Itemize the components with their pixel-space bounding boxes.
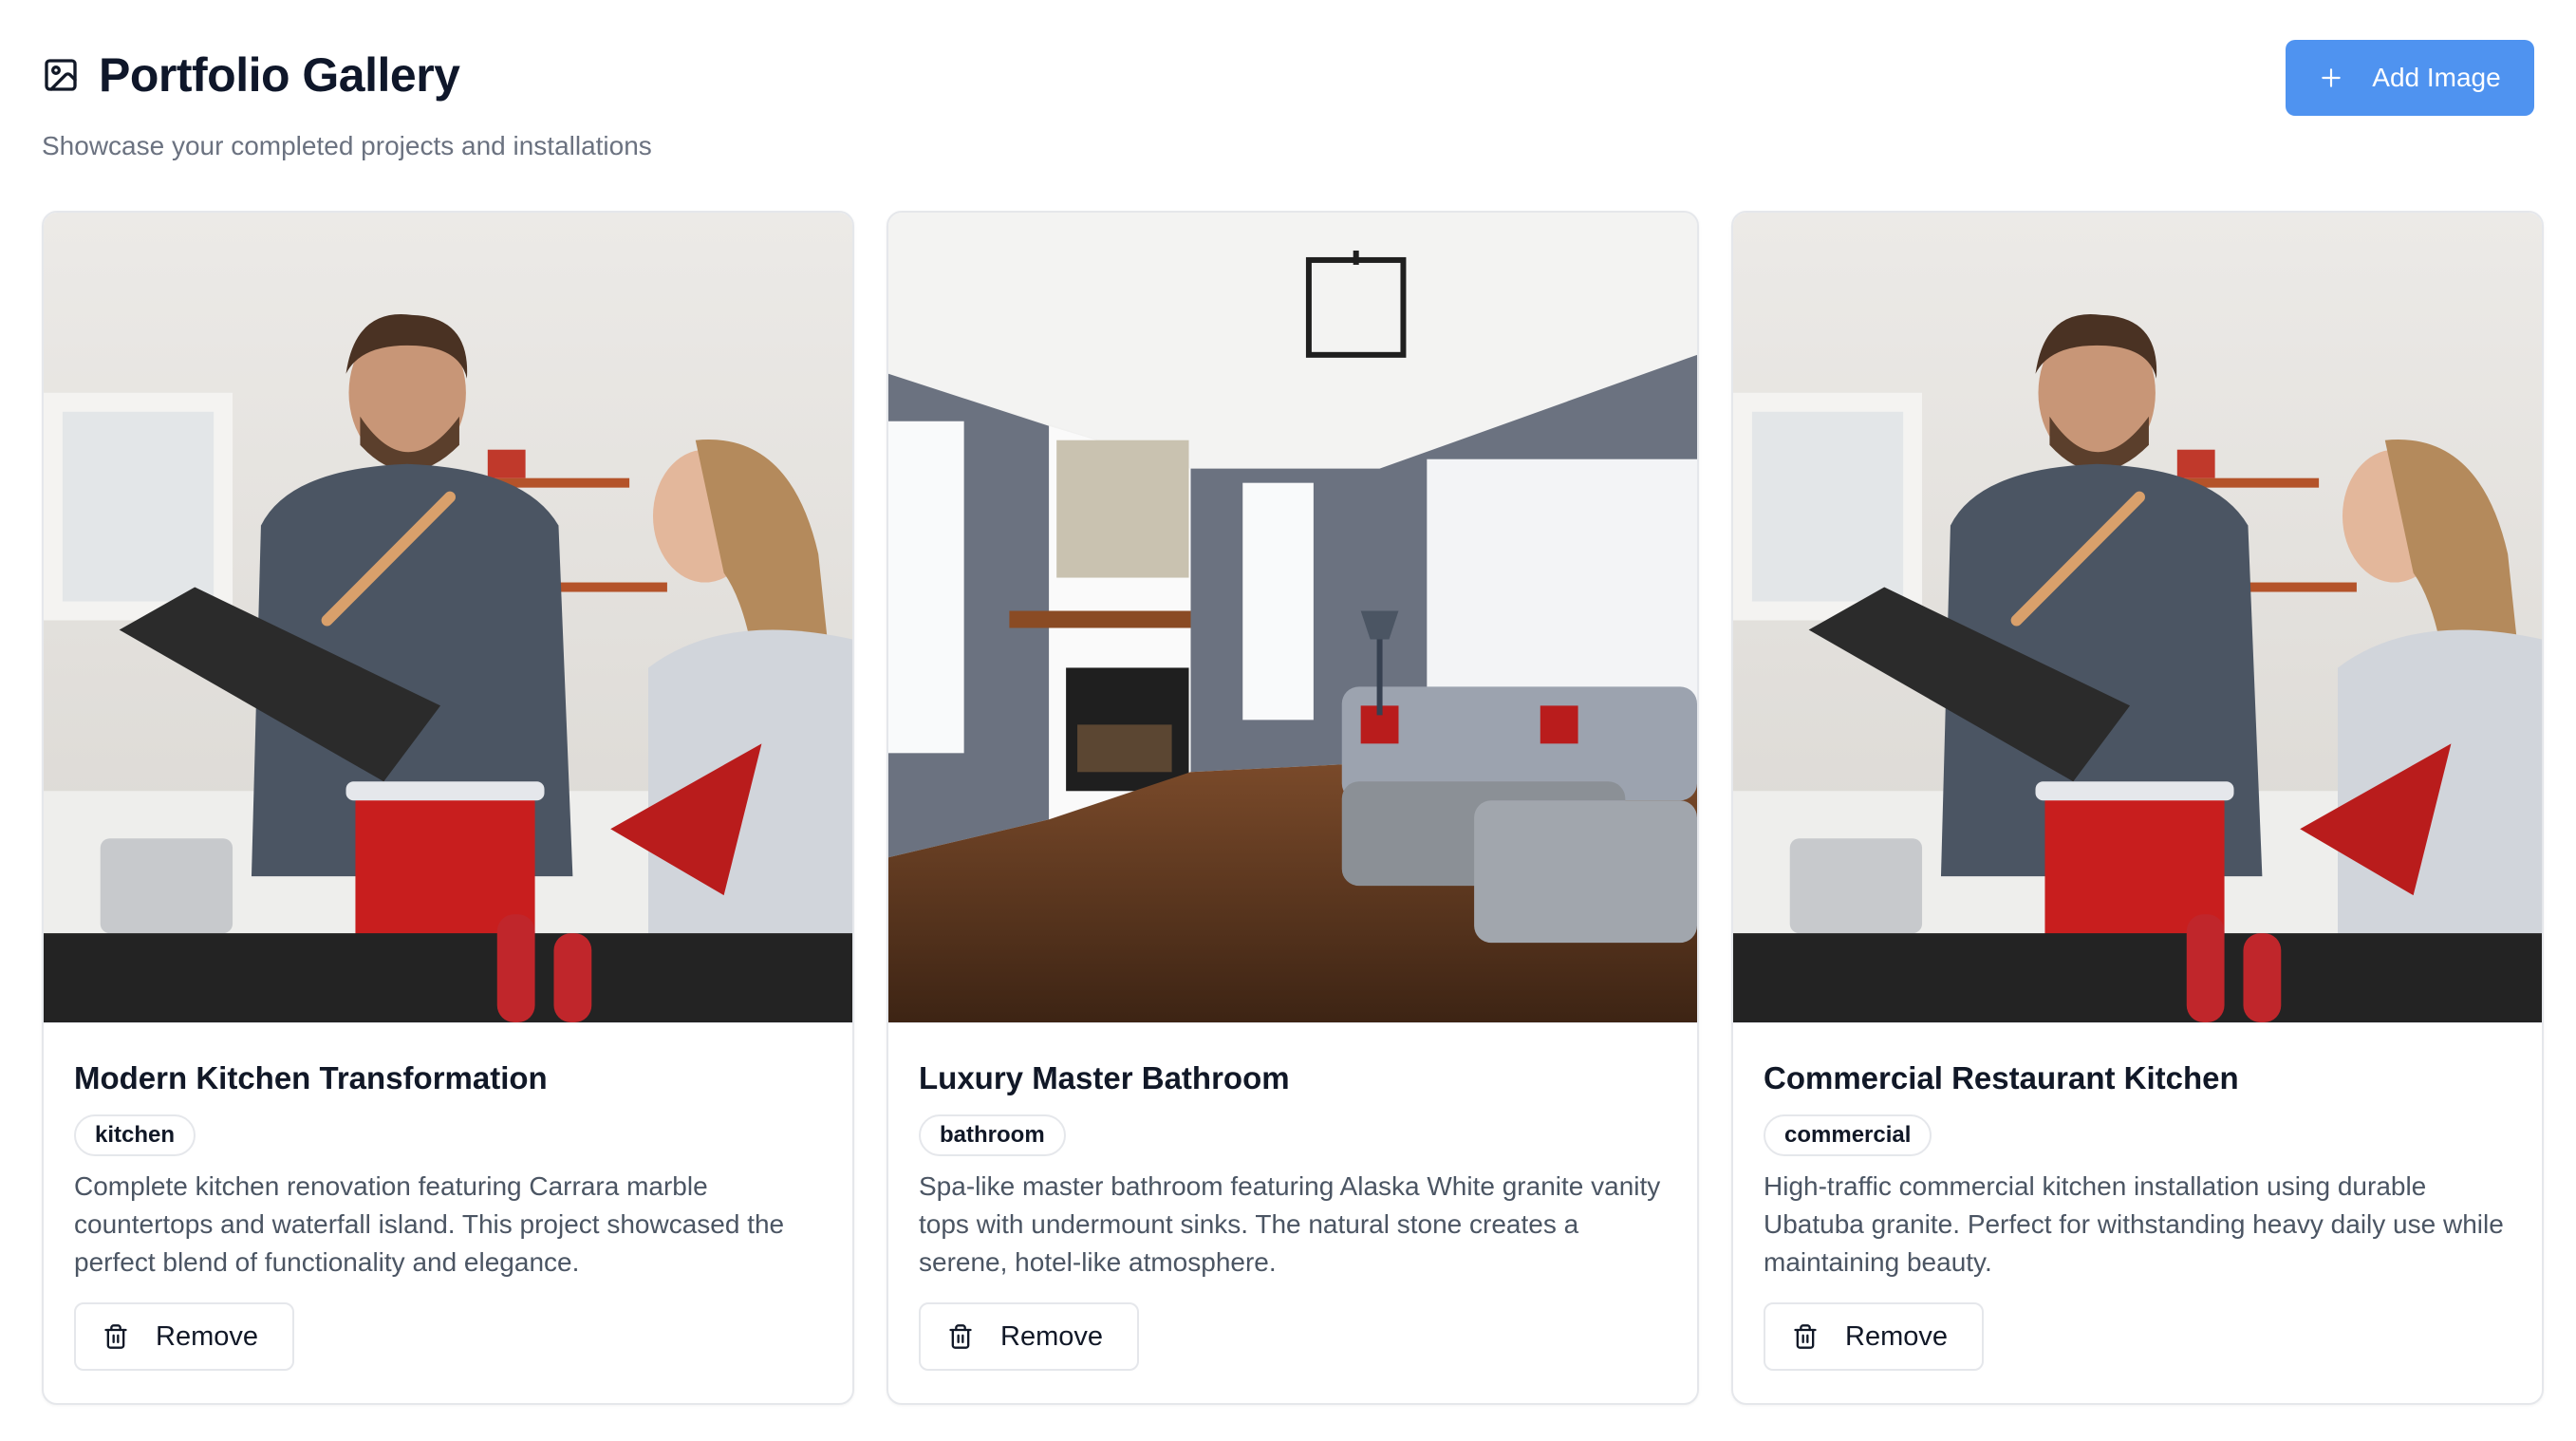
add-image-label: Add Image <box>2372 63 2501 92</box>
page-subtitle: Showcase your completed projects and ins… <box>42 131 652 160</box>
category-tag: commercial <box>1764 1114 1932 1156</box>
remove-button[interactable]: Remove <box>74 1302 294 1371</box>
card-body: Modern Kitchen Transformation kitchen Co… <box>44 1057 852 1282</box>
category-tag: bathroom <box>919 1114 1066 1156</box>
project-photo <box>888 213 1697 1023</box>
image-icon <box>42 56 80 94</box>
title-row: Portfolio Gallery <box>42 47 460 103</box>
gallery-card: Luxury Master Bathroom bathroom Spa-like… <box>887 211 1699 1405</box>
remove-button[interactable]: Remove <box>1764 1302 1984 1371</box>
gallery-card: Commercial Restaurant Kitchen commercial… <box>1731 211 2544 1405</box>
page-header: Portfolio Gallery Showcase your complete… <box>42 0 2534 209</box>
card-body: Luxury Master Bathroom bathroom Spa-like… <box>888 1057 1697 1282</box>
remove-button[interactable]: Remove <box>919 1302 1139 1371</box>
trash-icon <box>947 1323 974 1350</box>
category-tag: kitchen <box>74 1114 196 1156</box>
gallery-grid: Modern Kitchen Transformation kitchen Co… <box>42 211 2544 1405</box>
remove-label: Remove <box>1000 1320 1103 1352</box>
remove-label: Remove <box>1845 1320 1948 1352</box>
trash-icon <box>1792 1323 1819 1350</box>
project-description: Complete kitchen renovation featuring Ca… <box>74 1171 785 1277</box>
plus-icon <box>2319 66 2343 90</box>
project-photo <box>1733 213 2542 1023</box>
project-description: Spa-like master bathroom featuring Alask… <box>919 1171 1661 1277</box>
page-title: Portfolio Gallery <box>99 48 460 102</box>
add-image-button[interactable]: Add Image <box>2286 40 2534 116</box>
project-title: Luxury Master Bathroom <box>919 1060 1290 1095</box>
project-title: Modern Kitchen Transformation <box>74 1060 548 1095</box>
portfolio-page: Portfolio Gallery Showcase your complete… <box>0 0 2576 1441</box>
remove-label: Remove <box>156 1320 258 1352</box>
card-body: Commercial Restaurant Kitchen commercial… <box>1733 1057 2542 1282</box>
project-title: Commercial Restaurant Kitchen <box>1764 1060 2239 1095</box>
gallery-card: Modern Kitchen Transformation kitchen Co… <box>42 211 854 1405</box>
project-description: High-traffic commercial kitchen installa… <box>1764 1171 2504 1277</box>
trash-icon <box>103 1323 129 1350</box>
project-photo <box>44 213 852 1023</box>
